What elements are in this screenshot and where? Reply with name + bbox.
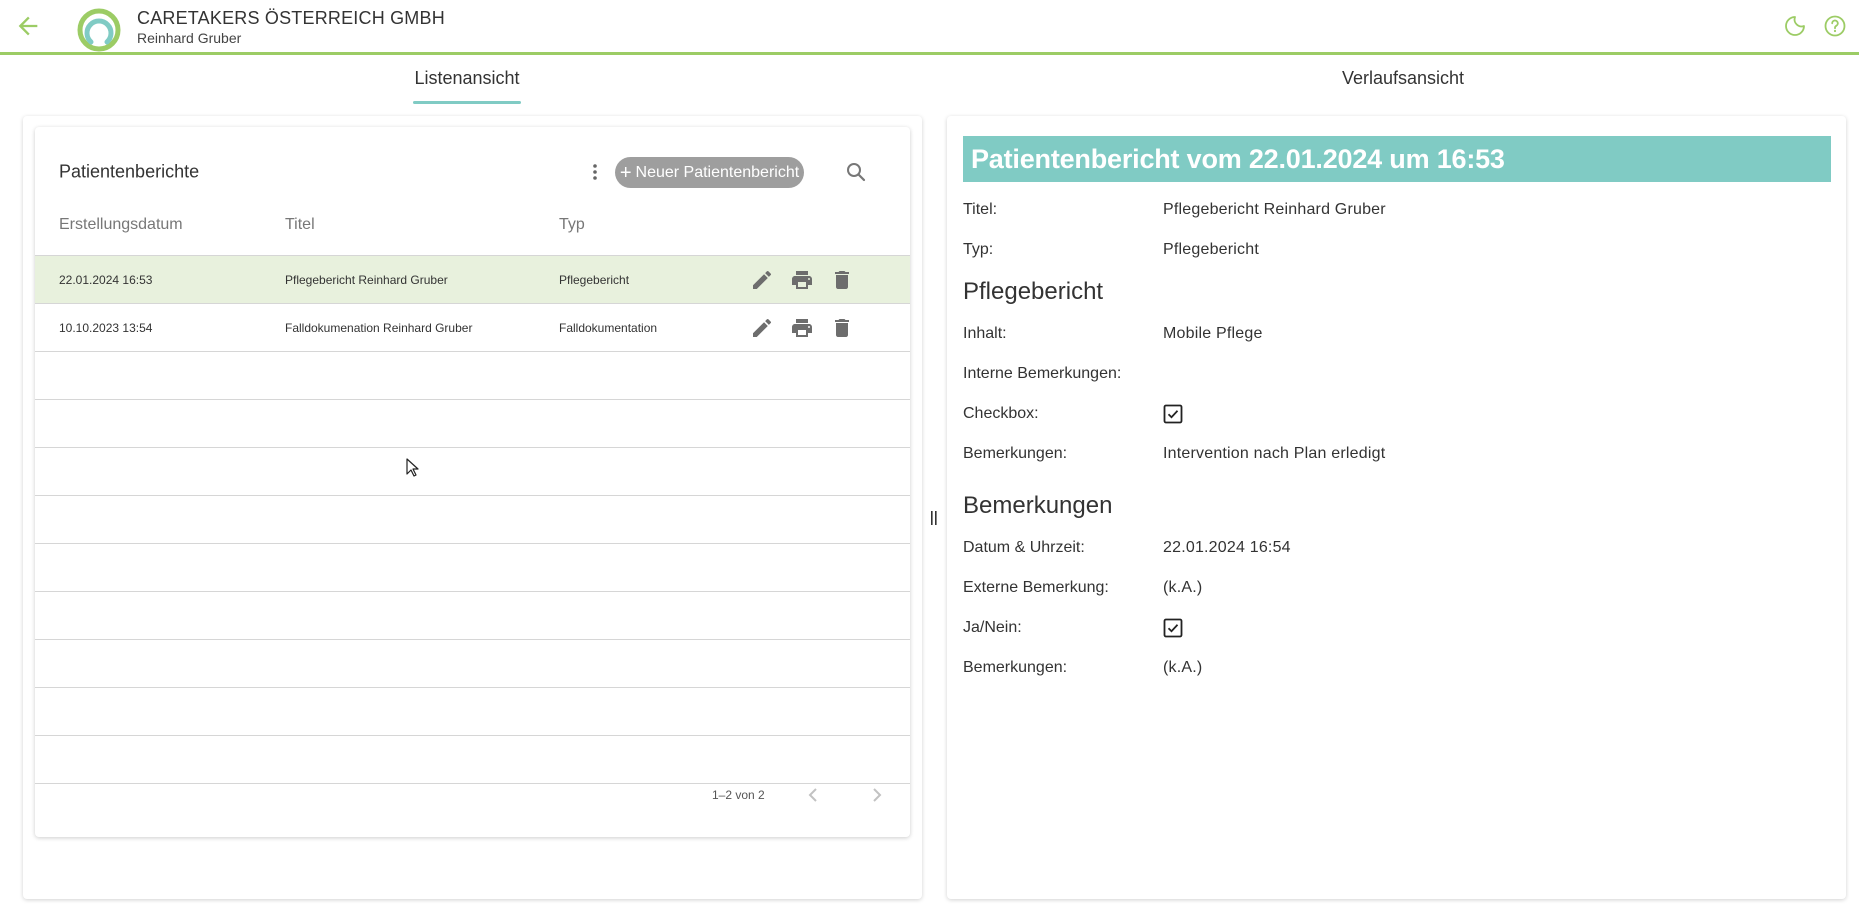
new-report-button-label: Neuer Patientenbericht [635, 163, 800, 181]
row-title: Falldokumenation Reinhard Gruber [285, 320, 473, 335]
dark-mode-moon-icon[interactable] [1783, 14, 1807, 38]
detail-remarks2-value: (k.A.) [1163, 659, 1203, 676]
column-header-type[interactable]: Typ [559, 216, 585, 234]
active-tab-indicator [413, 101, 521, 104]
table-row[interactable]: 22.01.2024 16:53 Pflegebericht Reinhard … [35, 256, 910, 304]
empty-row [35, 448, 910, 496]
print-icon[interactable] [790, 316, 814, 340]
company-logo-icon [77, 8, 121, 52]
detail-yes-no-label: Ja/Nein: [963, 619, 1022, 636]
edit-icon[interactable] [750, 268, 774, 292]
detail-type-label: Typ: [963, 241, 994, 258]
column-header-date[interactable]: Erstellungsdatum [59, 216, 183, 234]
empty-row [35, 736, 910, 784]
panel-resize-handle[interactable] [929, 506, 939, 530]
table-row[interactable]: 10.10.2023 13:54 Falldokumenation Reinha… [35, 304, 910, 352]
reports-table-card: Patientenberichte + Neuer Patientenberic… [35, 127, 910, 837]
help-icon[interactable] [1823, 14, 1847, 38]
detail-remarks2-label: Bemerkungen: [963, 659, 1068, 676]
back-arrow-icon[interactable] [14, 12, 42, 40]
row-date: 22.01.2024 16:53 [59, 272, 153, 287]
detail-title-value: Pflegebericht Reinhard Gruber [1163, 201, 1386, 218]
column-header-title[interactable]: Titel [285, 216, 315, 234]
tab-history-view-label: Verlaufsansicht [1341, 68, 1465, 88]
search-icon[interactable] [844, 160, 868, 184]
patient-name: Reinhard Gruber [137, 30, 242, 46]
list-panel: Patientenberichte + Neuer Patientenberic… [23, 116, 922, 899]
empty-row [35, 400, 910, 448]
app-header: CARETAKERS ÖSTERREICH GMBH Reinhard Grub… [0, 0, 1859, 55]
tab-history-view[interactable]: Verlaufsansicht [1340, 56, 1466, 104]
reports-table-title: Patientenberichte [59, 161, 200, 182]
detail-internal-remarks-label: Interne Bemerkungen: [963, 365, 1122, 382]
detail-type-value: Pflegebericht [1163, 241, 1259, 258]
tab-list-view[interactable]: Listenansicht [413, 56, 521, 104]
detail-datetime-value: 22.01.2024 16:54 [1163, 539, 1291, 556]
row-date: 10.10.2023 13:54 [59, 320, 153, 335]
pagination-range: 1–2 von 2 [712, 788, 765, 802]
detail-content-value: Mobile Pflege [1163, 325, 1263, 342]
chevron-right-icon[interactable] [865, 783, 889, 807]
detail-external-remark-value: (k.A.) [1163, 579, 1203, 596]
row-type: Pflegebericht [559, 272, 630, 287]
detail-datetime-label: Datum & Uhrzeit: [963, 539, 1085, 556]
delete-icon[interactable] [830, 268, 854, 292]
empty-row [35, 688, 910, 736]
empty-row [35, 544, 910, 592]
empty-row [35, 640, 910, 688]
empty-row [35, 592, 910, 640]
new-report-button[interactable]: + Neuer Patientenbericht [615, 157, 804, 188]
detail-remarks-value: Intervention nach Plan erledigt [1163, 445, 1386, 462]
report-detail-panel: Patientenbericht vom 22.01.2024 um 16:53… [947, 116, 1846, 899]
detail-content-label: Inhalt: [963, 325, 1007, 342]
empty-row [35, 352, 910, 400]
plus-icon: + [619, 161, 632, 184]
delete-icon[interactable] [830, 316, 854, 340]
detail-remarks-label: Bemerkungen: [963, 445, 1068, 462]
chevron-left-icon[interactable] [801, 783, 825, 807]
company-name: CARETAKERS ÖSTERREICH GMBH [137, 8, 445, 28]
row-type: Falldokumentation [559, 320, 658, 335]
report-heading: Patientenbericht vom 22.01.2024 um 16:53 [963, 136, 1831, 182]
checked-checkbox-icon [1163, 618, 1183, 638]
detail-title-label: Titel: [963, 201, 998, 218]
section-heading-remarks: Bemerkungen [963, 492, 1113, 519]
print-icon[interactable] [790, 268, 814, 292]
detail-external-remark-label: Externe Bemerkung: [963, 579, 1109, 596]
detail-checkbox-label: Checkbox: [963, 405, 1039, 422]
row-title: Pflegebericht Reinhard Gruber [285, 272, 448, 287]
section-heading-care-report: Pflegebericht [963, 278, 1104, 305]
checked-checkbox-icon [1163, 404, 1183, 424]
empty-row [35, 496, 910, 544]
more-vert-icon[interactable] [583, 160, 607, 184]
tab-list-view-label: Listenansicht [414, 68, 520, 88]
edit-icon[interactable] [750, 316, 774, 340]
